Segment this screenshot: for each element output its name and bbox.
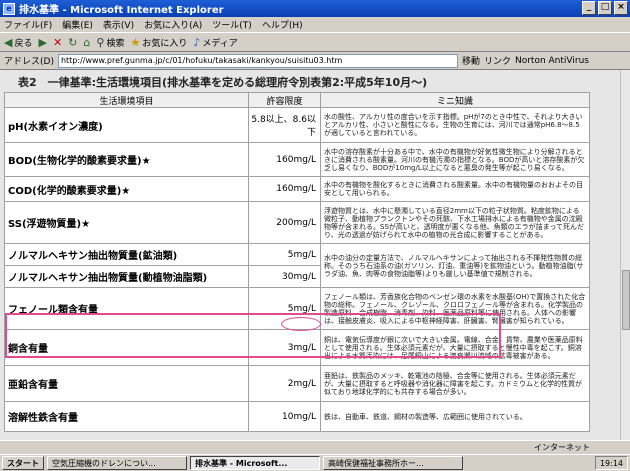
taskbar-item-active[interactable]: 排水基準 - Microsoft... bbox=[190, 456, 320, 470]
media-label: メディア bbox=[202, 38, 238, 49]
limit-cell: 30mg/L bbox=[248, 265, 321, 288]
refresh-button[interactable]: ↻ bbox=[68, 36, 77, 49]
search-icon: ⚲ bbox=[96, 35, 105, 49]
back-label: 戻る bbox=[14, 38, 33, 49]
star-icon: ★ bbox=[130, 35, 141, 49]
item-cell: ノルマルヘキサン抽出物質量(鉱油類) bbox=[4, 243, 249, 266]
note-cell: 水中の溶存酸素が十分ある中で、水中の有機物が好気性微生物により分解されるときに消… bbox=[320, 142, 590, 177]
highlight-box bbox=[5, 313, 501, 358]
table-row: SS(浮遊物質量)★ 200mg/L 浮遊物質とは、水中に懸濁している直径2mm… bbox=[4, 201, 590, 244]
search-label: 検索 bbox=[106, 38, 125, 49]
standards-table: 生活環境項目 許容限度 ミニ知識 pH(水素イオン濃度) 5.8以上、8.6以下… bbox=[4, 92, 590, 432]
menu-bar: ファイル(F) 編集(E) 表示(V) お気に入り(A) ツール(T) ヘルプ(… bbox=[0, 17, 630, 32]
go-button[interactable]: 移動 bbox=[462, 54, 480, 67]
table-header-row: 生活環境項目 許容限度 ミニ知識 bbox=[4, 92, 590, 108]
address-label: アドレス(D) bbox=[4, 57, 54, 67]
item-cell: SS(浮遊物質量)★ bbox=[4, 201, 249, 244]
search-button[interactable]: ⚲ 検索 bbox=[96, 36, 124, 49]
table-row: ノルマルヘキサン抽出物質量(鉱油類) 5mg/L 水中の油分の定量方法で、ノルマ… bbox=[4, 243, 590, 288]
note-cell: 浮遊物質とは、水中に懸濁している直径2mm以下の粒子状物質。粘度鉱物による微粒子… bbox=[320, 201, 590, 244]
url-text: http://www.pref.gunma.jp/c/01/hofuku/tak… bbox=[60, 56, 343, 65]
stop-button[interactable]: ✕ bbox=[53, 36, 62, 49]
forward-button[interactable]: ▶ bbox=[38, 36, 46, 49]
table-row: 溶解性鉄含有量 10mg/L 鉄は、自動車、鉄道、鋼材の製造等、広範囲に使用され… bbox=[4, 401, 590, 432]
limit-cell: 160mg/L bbox=[248, 176, 321, 202]
menu-help[interactable]: ヘルプ(H) bbox=[262, 18, 303, 31]
table-row: pH(水素イオン濃度) 5.8以上、8.6以下 水の酸性、アルカリ性の度合いを示… bbox=[4, 107, 590, 143]
taskbar-item[interactable]: 空気圧縮機のドレンについ... bbox=[47, 456, 187, 470]
note-cell: 鉄は、自動車、鉄道、鋼材の製造等、広範囲に使用されている。 bbox=[320, 401, 590, 432]
close-button[interactable]: × bbox=[614, 1, 628, 15]
home-button[interactable]: ⌂ bbox=[83, 36, 90, 49]
column-header-note: ミニ知識 bbox=[320, 92, 590, 108]
security-zone: インターネット bbox=[534, 443, 590, 452]
address-input[interactable]: http://www.pref.gunma.jp/c/01/hofuku/tak… bbox=[57, 53, 458, 68]
ie-icon: e bbox=[3, 2, 15, 15]
menu-tools[interactable]: ツール(T) bbox=[212, 18, 252, 31]
toolbar: ◀ 戻る ▶ ✕ ↻ ⌂ ⚲ 検索 ★ お気に入り ♪ メディア bbox=[0, 32, 630, 52]
window-controls: _ □ × bbox=[582, 1, 628, 15]
status-bar: インターネット bbox=[0, 440, 630, 454]
favorites-button[interactable]: ★ お気に入り bbox=[130, 36, 187, 49]
item-cell: COD(化学的酸素要求量)★ bbox=[4, 176, 249, 202]
item-cell: 亜鉛含有量 bbox=[4, 365, 249, 402]
table-row: COD(化学的酸素要求量)★ 160mg/L 水中の有機物を酸化するときに消費さ… bbox=[4, 176, 590, 202]
media-button[interactable]: ♪ メディア bbox=[193, 36, 237, 49]
refresh-icon: ↻ bbox=[68, 35, 78, 49]
menu-favorites[interactable]: お気に入り(A) bbox=[144, 18, 202, 31]
limit-cell: 200mg/L bbox=[248, 201, 321, 244]
back-button[interactable]: ◀ 戻る bbox=[4, 36, 32, 49]
scrollbar-thumb[interactable] bbox=[622, 270, 630, 330]
back-arrow-icon: ◀ bbox=[4, 35, 13, 49]
item-cell: ノルマルヘキサン抽出物質量(動植物油脂類) bbox=[4, 265, 249, 288]
item-cell: BOD(生物化学的酸素要求量)★ bbox=[4, 142, 249, 177]
limit-cell: 5mg/L bbox=[248, 243, 321, 266]
note-cell: 水中の有機物を酸化するときに消費される酸素量。水中の有機物量のおおよその目安とし… bbox=[320, 176, 590, 202]
clock: 19:14 bbox=[594, 456, 628, 470]
column-header-item: 生活環境項目 bbox=[4, 92, 249, 108]
forward-arrow-icon: ▶ bbox=[38, 35, 47, 49]
window-title: 排水基準 - Microsoft Internet Explorer bbox=[19, 5, 224, 16]
menu-file[interactable]: ファイル(F) bbox=[4, 18, 52, 31]
note-cell: 水の酸性、アルカリ性の度合いを示す指標。pHが7のとき中性で、それより大きいとア… bbox=[320, 107, 590, 143]
limit-cell: 160mg/L bbox=[248, 142, 321, 177]
column-header-limit: 許容限度 bbox=[248, 92, 321, 108]
table-row: 亜鉛含有量 2mg/L 亜鉛は、鉄製品のメッキ、乾電池の陰極、合金等に使用される… bbox=[4, 365, 590, 402]
item-cell: 溶解性鉄含有量 bbox=[4, 401, 249, 432]
antivirus-button[interactable]: Norton AntiVirus bbox=[515, 56, 589, 66]
highlight-circle bbox=[281, 317, 321, 331]
home-icon: ⌂ bbox=[83, 35, 91, 49]
start-button[interactable]: スタート bbox=[2, 456, 44, 470]
menu-view[interactable]: 表示(V) bbox=[103, 18, 134, 31]
taskbar: スタート 空気圧縮機のドレンについ... 排水基準 - Microsoft...… bbox=[0, 454, 630, 471]
page-content: 表2 一律基準:生活環境項目(排水基準を定める総理府令別表第2:平成5年10月〜… bbox=[0, 70, 620, 440]
links-button[interactable]: リンク bbox=[484, 54, 511, 67]
item-cell: pH(水素イオン濃度) bbox=[4, 107, 249, 143]
address-bar: アドレス(D) http://www.pref.gunma.jp/c/01/ho… bbox=[0, 52, 630, 70]
note-cell: 亜鉛は、鉄製品のメッキ、乾電池の陰極、合金等に使用される。生体必須元素だが、大量… bbox=[320, 365, 590, 402]
limit-cell: 2mg/L bbox=[248, 365, 321, 402]
note-cell: 水中の油分の定量方法で、ノルマルヘキサンによって抽出される不揮発性物質の総称。そ… bbox=[320, 243, 590, 288]
favorites-label: お気に入り bbox=[142, 38, 188, 49]
limit-cell: 10mg/L bbox=[248, 401, 321, 432]
limit-cell: 5.8以上、8.6以下 bbox=[248, 107, 321, 143]
minimize-button[interactable]: _ bbox=[582, 1, 596, 15]
media-icon: ♪ bbox=[193, 35, 201, 49]
vertical-scrollbar[interactable] bbox=[620, 70, 630, 440]
menu-edit[interactable]: 編集(E) bbox=[62, 18, 93, 31]
taskbar-item[interactable]: 高崎保健福祉事務所ホー... bbox=[323, 456, 463, 470]
title-bar: e 排水基準 - Microsoft Internet Explorer _ □… bbox=[0, 0, 630, 17]
maximize-button[interactable]: □ bbox=[598, 1, 612, 15]
page-heading: 表2 一律基準:生活環境項目(排水基準を定める総理府令別表第2:平成5年10月〜… bbox=[18, 76, 428, 89]
stop-icon: ✕ bbox=[52, 35, 63, 49]
table-row: BOD(生物化学的酸素要求量)★ 160mg/L 水中の溶存酸素が十分ある中で、… bbox=[4, 142, 590, 177]
